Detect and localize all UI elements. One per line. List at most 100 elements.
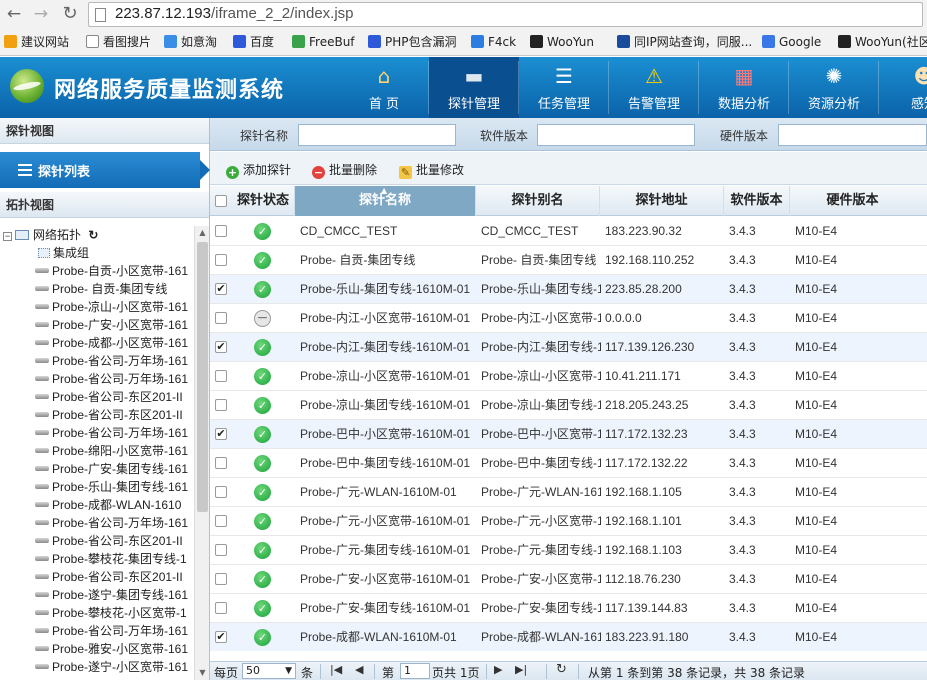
next-page-icon[interactable]: ▶ [494,663,502,676]
menu-item-5[interactable]: ▦ 数据分析 [699,57,789,118]
row-checkbox[interactable] [215,544,227,556]
table-row[interactable]: ✓ Probe-广安-集团专线-1610M-01 Probe-广安-集团专线-161… [210,594,927,623]
table-row[interactable]: ✔ ✓ Probe-乐山-集团专线-1610M-01 Probe-乐山-集团专线-16… [210,275,927,304]
batch-delete-button[interactable]: − 批量删除 [312,161,377,179]
bookmark-item[interactable]: F4ck [471,33,516,51]
menu-item-7[interactable]: ☻ 感知 [879,57,927,118]
row-checkbox[interactable]: ✔ [215,283,227,295]
table-row[interactable]: ✓ Probe-凉山-小区宽带-1610M-01 Probe-凉山-小区宽带-161… [210,362,927,391]
table-row[interactable]: − Probe-内江-小区宽带-1610M-01 Probe-内江-小区宽带-161… [210,304,927,333]
row-checkbox[interactable] [215,515,227,527]
first-page-icon[interactable]: |◀ [330,663,342,676]
page-number-input[interactable]: 1 [400,663,430,679]
menu-item-1[interactable]: ⌂ 首 页 [339,57,429,118]
refresh-icon[interactable]: ↻ [88,228,98,242]
bookmark-item[interactable]: PHP包含漏洞 [368,33,457,51]
tree-probe-node[interactable]: Probe-省公司-万年场-161 [35,370,188,388]
bookmark-item[interactable]: 百度 [233,33,274,51]
tree-probe-node[interactable]: Probe-遂宁-小区宽带-161 [35,658,188,676]
topology-view-header[interactable]: 拓扑视图 [0,192,209,218]
tree-probe-node[interactable]: Probe-成都-WLAN-1610 [35,496,181,514]
row-checkbox[interactable] [215,312,227,324]
row-checkbox[interactable]: ✔ [215,428,227,440]
table-row[interactable]: ✓ Probe- 自贡-集团专线 Probe- 自贡-集团专线 192.168.110… [210,246,927,275]
row-checkbox[interactable] [215,399,227,411]
software-version-input[interactable] [537,124,695,146]
row-checkbox[interactable]: ✔ [215,631,227,643]
row-checkbox[interactable] [215,486,227,498]
tree-probe-node[interactable]: Probe-凉山-小区宽带-161 [35,298,188,316]
tree-probe-node[interactable]: Probe-省公司-万年场-161 [35,424,188,442]
tree-probe-node[interactable]: Probe-攀枝花-小区宽带-1 [35,604,187,622]
last-page-icon[interactable]: ▶| [515,663,527,676]
tree-probe-node[interactable]: Probe-自贡-小区宽带-161 [35,262,188,280]
select-all-checkbox[interactable] [215,195,227,207]
menu-item-4[interactable]: ⚠ 告警管理 [609,57,699,118]
table-row[interactable]: ✓ Probe-广元-WLAN-1610M-01 Probe-广元-WLAN-161… [210,478,927,507]
table-row[interactable]: ✓ Probe-广安-小区宽带-1610M-01 Probe-广安-小区宽带-161… [210,565,927,594]
bookmark-item[interactable]: WooYun(社区 [838,33,927,51]
scrollbar-thumb[interactable] [197,242,208,512]
tree-probe-node[interactable]: Probe-攀枝花-集团专线-1 [35,550,187,568]
add-probe-button[interactable]: + 添加探针 [226,161,291,179]
table-row[interactable]: ✔ ✓ Probe-内江-集团专线-1610M-01 Probe-内江-集团专线-16… [210,333,927,362]
address-bar[interactable]: 223.87.12.193/iframe_2_2/index.jsp [88,2,923,27]
table-row[interactable]: ✔ ✓ Probe-成都-WLAN-1610M-01 Probe-成都-WLAN-16… [210,623,927,651]
tree-probe-node[interactable]: Probe-省公司-东区201-II [35,388,183,406]
tree-probe-node[interactable]: Probe-省公司-万年场-161 [35,514,188,532]
tree-scrollbar[interactable]: ▲ ▼ [194,226,209,680]
row-checkbox[interactable] [215,254,227,266]
back-arrow-icon[interactable]: ← [3,3,25,25]
tree-probe-node[interactable]: Probe-省公司-东区201-II [35,568,183,586]
address-url[interactable]: 223.87.12.193/iframe_2_2/index.jsp [115,5,354,22]
col-probe-alias[interactable]: 探针别名 [476,186,600,216]
tree-probe-node[interactable]: Probe-遂宁-集团专线-161 [35,586,188,604]
tree-probe-node[interactable]: Probe-乐山-集团专线-161 [35,478,188,496]
row-checkbox[interactable] [215,573,227,585]
col-probe-name[interactable]: 探针名称 ▲ [295,186,476,216]
table-row[interactable]: ✓ Probe-凉山-集团专线-1610M-01 Probe-凉山-集团专线-161… [210,391,927,420]
hardware-version-input[interactable] [778,124,927,146]
tree-probe-node[interactable]: Probe-成都-小区宽带-161 [35,334,188,352]
tree-probe-node[interactable]: Probe-省公司-东区201-II [35,532,183,550]
table-row[interactable]: ✓ Probe-广元-小区宽带-1610M-01 Probe-广元-小区宽带-161… [210,507,927,536]
batch-edit-button[interactable]: ✎ 批量修改 [399,161,464,179]
table-row[interactable]: ✓ CD_CMCC_TEST CD_CMCC_TEST 183.223.90.32 3.… [210,217,927,246]
tree-probe-node[interactable]: Probe-雅安-小区宽带-161 [35,640,188,658]
menu-item-6[interactable]: ✺ 资源分析 [789,57,879,118]
tree-group-node[interactable]: 集成组 [38,244,89,262]
probe-view-header[interactable]: 探针视图 [0,118,209,144]
bookmark-item[interactable]: 同IP网站查询，同服... [617,33,752,51]
bookmark-item[interactable]: Google [762,33,821,51]
tree-probe-node[interactable]: Probe-省公司-万年场-161 [35,352,188,370]
forward-arrow-icon[interactable]: → [30,3,52,25]
prev-page-icon[interactable]: ◀ [355,663,363,676]
scroll-up-icon[interactable]: ▲ [195,226,210,240]
tree-probe-node[interactable]: Probe- 自贡-集团专线 [35,280,167,298]
menu-item-3[interactable]: ☰ 任务管理 [519,57,609,118]
probe-name-input[interactable] [298,124,456,146]
tree-probe-node[interactable]: Probe-省公司-万年场-161 [35,622,188,640]
scroll-down-icon[interactable]: ▼ [195,666,210,680]
tree-probe-node[interactable]: Probe-绵阳-小区宽带-161 [35,442,188,460]
tree-probe-node[interactable]: Probe-广安-集团专线-161 [35,460,188,478]
col-probe-status[interactable]: 探针状态 [232,186,295,216]
row-checkbox[interactable] [215,457,227,469]
pager-refresh-icon[interactable]: ↻ [556,662,567,677]
bookmark-item[interactable]: FreeBuf [292,33,355,51]
table-row[interactable]: ✓ Probe-广元-集团专线-1610M-01 Probe-广元-集团专线-161… [210,536,927,565]
bookmark-item[interactable]: 如意淘 [164,33,217,51]
bookmark-item[interactable]: WooYun [530,33,594,51]
tree-probe-node[interactable]: Probe-广安-小区宽带-161 [35,316,188,334]
col-hardware-version[interactable]: 硬件版本 [790,186,915,216]
collapse-toggle-icon[interactable]: − [3,232,12,241]
probe-list-nav-item[interactable]: 探针列表 [0,152,210,188]
tree-probe-node[interactable]: Probe-省公司-东区201-II [35,406,183,424]
row-checkbox[interactable] [215,370,227,382]
row-checkbox[interactable] [215,225,227,237]
row-checkbox[interactable]: ✔ [215,341,227,353]
per-page-select[interactable]: 50 ▼ [242,663,296,679]
row-checkbox[interactable] [215,602,227,614]
reload-icon[interactable]: ↻ [59,3,81,25]
table-row[interactable]: ✔ ✓ Probe-巴中-小区宽带-1610M-01 Probe-巴中-小区宽带-16… [210,420,927,449]
